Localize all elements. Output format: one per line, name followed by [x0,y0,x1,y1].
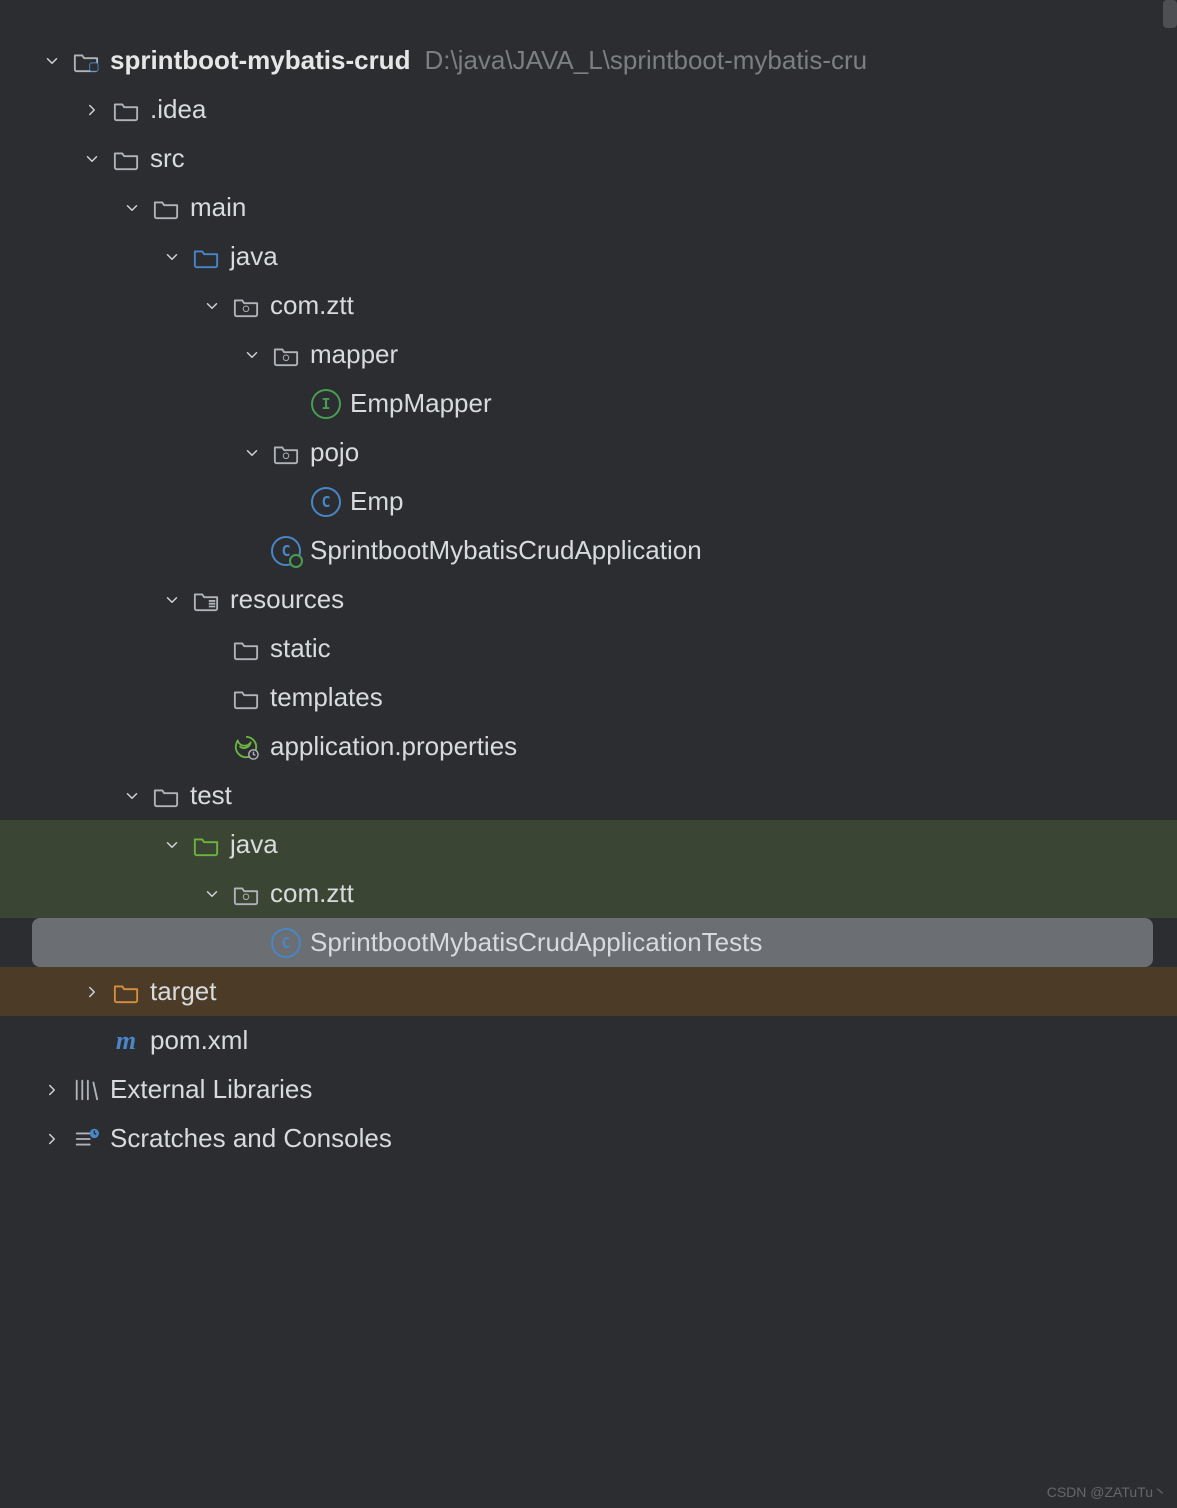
package-icon [230,290,262,322]
tree-row-idea[interactable]: .idea [0,85,1177,134]
package-icon [270,339,302,371]
tree-row-wrapper-selected: C SprintbootMybatisCrudApplicationTests [0,918,1177,967]
tree-row-resources[interactable]: resources [0,575,1177,624]
tree-label: resources [230,584,344,615]
folder-icon [230,682,262,714]
class-icon: C [270,927,302,959]
watermark-text: CSDN @ZATuTu丶 [1047,1482,1167,1502]
tree-label: .idea [150,94,206,125]
chevron-down-icon[interactable] [234,444,270,462]
tree-row-package-pojo[interactable]: pojo [0,428,1177,477]
scratches-icon [70,1123,102,1155]
interface-icon: I [310,388,342,420]
package-icon [270,437,302,469]
tree-label: External Libraries [110,1074,312,1105]
tree-label: java [230,241,278,272]
runnable-class-icon: C [270,535,302,567]
folder-icon [230,633,262,665]
tree-row-class-emp[interactable]: C Emp [0,477,1177,526]
tree-label: target [150,976,217,1007]
tree-label: SprintbootMybatisCrudApplication [310,535,702,566]
tree-row-scratches[interactable]: Scratches and Consoles [0,1114,1177,1163]
chevron-down-icon[interactable] [194,885,230,903]
chevron-down-icon[interactable] [234,346,270,364]
tree-row-class-application-tests[interactable]: C SprintbootMybatisCrudApplicationTests [32,918,1153,967]
tree-row-target[interactable]: target [0,967,1177,1016]
class-icon: C [310,486,342,518]
folder-icon [110,143,142,175]
tree-row-test[interactable]: test [0,771,1177,820]
folder-icon [150,780,182,812]
tree-label: com.ztt [270,878,354,909]
spring-properties-icon [230,731,262,763]
chevron-right-icon[interactable] [34,1130,70,1148]
tree-row-test-package-comztt[interactable]: com.ztt [0,869,1177,918]
tree-label: main [190,192,246,223]
tree-row-java[interactable]: java [0,232,1177,281]
module-folder-icon [70,45,102,77]
maven-icon: m [110,1025,142,1057]
chevron-down-icon[interactable] [114,199,150,217]
folder-icon [150,192,182,224]
tree-row-pom[interactable]: m pom.xml [0,1016,1177,1065]
tree-row-src[interactable]: src [0,134,1177,183]
tree-row-project-root[interactable]: sprintboot-mybatis-crud D:\java\JAVA_L\s… [0,36,1177,85]
resources-folder-icon [190,584,222,616]
chevron-right-icon[interactable] [34,1081,70,1099]
tree-label: test [190,780,232,811]
tree-row-package-mapper[interactable]: mapper [0,330,1177,379]
project-tree: sprintboot-mybatis-crud D:\java\JAVA_L\s… [0,0,1177,1163]
tree-row-package-comztt[interactable]: com.ztt [0,281,1177,330]
tree-label: com.ztt [270,290,354,321]
tree-row-static[interactable]: static [0,624,1177,673]
tree-label: EmpMapper [350,388,492,419]
tree-row-templates[interactable]: templates [0,673,1177,722]
chevron-down-icon[interactable] [154,591,190,609]
tree-row-main[interactable]: main [0,183,1177,232]
chevron-right-icon[interactable] [74,983,110,1001]
project-path: D:\java\JAVA_L\sprintboot-mybatis-cru [424,45,867,76]
tree-label: pom.xml [150,1025,248,1056]
package-icon [230,878,262,910]
folder-icon [110,94,142,126]
chevron-down-icon[interactable] [154,836,190,854]
tree-label: pojo [310,437,359,468]
tree-label: templates [270,682,383,713]
chevron-down-icon[interactable] [74,150,110,168]
tree-label: application.properties [270,731,517,762]
tree-label: mapper [310,339,398,370]
scrollbar-thumb[interactable] [1163,0,1177,28]
tree-row-external-libraries[interactable]: External Libraries [0,1065,1177,1114]
project-name: sprintboot-mybatis-crud [110,45,410,76]
chevron-down-icon[interactable] [34,52,70,70]
tree-row-application-properties[interactable]: application.properties [0,722,1177,771]
source-folder-icon [190,241,222,273]
tree-label: src [150,143,185,174]
chevron-right-icon[interactable] [74,101,110,119]
chevron-down-icon[interactable] [194,297,230,315]
tree-label: static [270,633,331,664]
libraries-icon [70,1074,102,1106]
chevron-down-icon[interactable] [114,787,150,805]
tree-label: Emp [350,486,403,517]
tree-label: SprintbootMybatisCrudApplicationTests [310,927,762,958]
tree-row-interface-empmapper[interactable]: I EmpMapper [0,379,1177,428]
tree-label: Scratches and Consoles [110,1123,392,1154]
tree-row-test-java[interactable]: java [0,820,1177,869]
chevron-down-icon[interactable] [154,248,190,266]
test-source-folder-icon [190,829,222,861]
tree-label: java [230,829,278,860]
excluded-folder-icon [110,976,142,1008]
tree-row-class-application[interactable]: C SprintbootMybatisCrudApplication [0,526,1177,575]
